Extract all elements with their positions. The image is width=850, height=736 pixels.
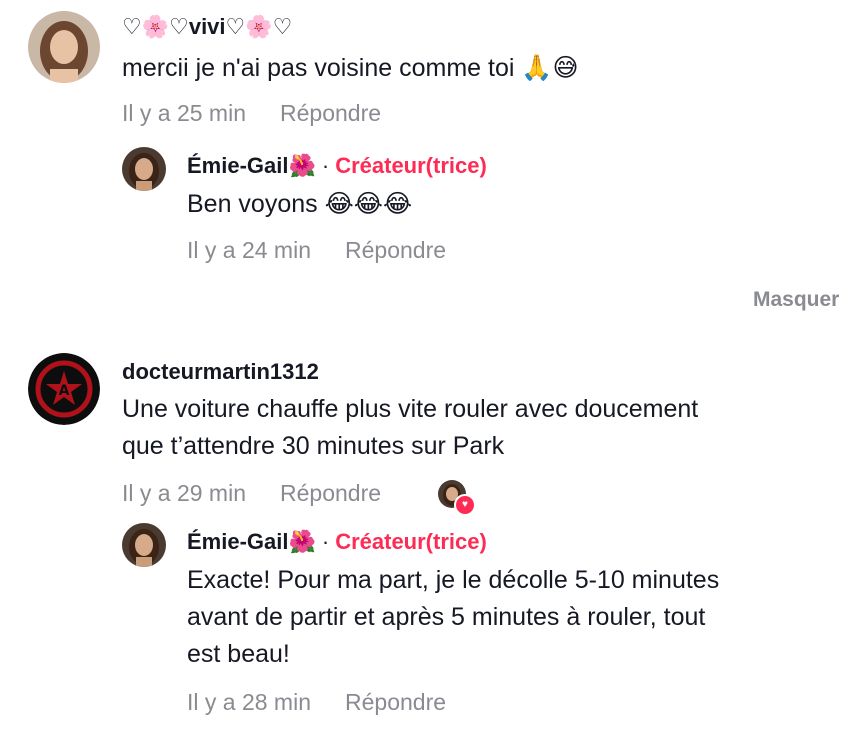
reply-text-line-3: est beau! [187,640,290,668]
reply-button[interactable]: Répondre [345,237,446,263]
reply-time: Il y a 28 min [187,689,311,715]
comment-text: mercii je n'ai pas voisine comme toi 🙏😅 [122,54,579,82]
comment-username[interactable]: docteurmartin1312 [122,359,319,385]
comment-meta: Il y a 29 min Répondre [122,480,381,507]
reply-username[interactable]: Émie-Gail🌺 [187,529,316,554]
comment-time: Il y a 25 min [122,100,246,126]
reply-button[interactable]: Répondre [280,480,381,506]
comment-time: Il y a 29 min [122,480,246,506]
reply-text-line-2: avant de partir et après 5 minutes à rou… [187,603,706,631]
separator-dot: · [321,529,330,554]
reply-button[interactable]: Répondre [280,100,381,126]
reply-username-line: Émie-Gail🌺 · Créateur(trice) [187,529,487,555]
reply-username[interactable]: Émie-Gail🌺 [187,153,316,178]
reply-username-line: Émie-Gail🌺 · Créateur(trice) [187,153,487,179]
avatar[interactable] [122,523,166,567]
hide-replies-link[interactable]: Masquer [753,288,839,312]
reply-button[interactable]: Répondre [345,689,446,715]
creator-badge: Créateur(trice) [335,529,487,554]
separator-dot: · [321,153,330,178]
reply-text-line-1: Exacte! Pour ma part, je le décolle 5-10… [187,566,720,594]
reply-meta: Il y a 24 min Répondre [187,237,446,264]
avatar[interactable]: A [28,353,100,425]
heart-icon: ♥ [454,494,476,516]
comment-text-line-2: que t’attendre 30 minutes sur Park [122,432,505,460]
avatar[interactable] [122,147,166,191]
svg-text:A: A [59,383,70,399]
avatar[interactable] [28,11,100,83]
reply-time: Il y a 24 min [187,237,311,263]
creator-badge: Créateur(trice) [335,153,487,178]
comment-username[interactable]: ♡🌸♡vivi♡🌸♡ [122,14,292,40]
comment-meta: Il y a 25 min Répondre [122,100,381,127]
reply-text: Ben voyons 😂😂😂 [187,190,413,218]
reply-meta: Il y a 28 min Répondre [187,689,446,716]
comment-text-line-1: Une voiture chauffe plus vite rouler ave… [122,395,699,423]
